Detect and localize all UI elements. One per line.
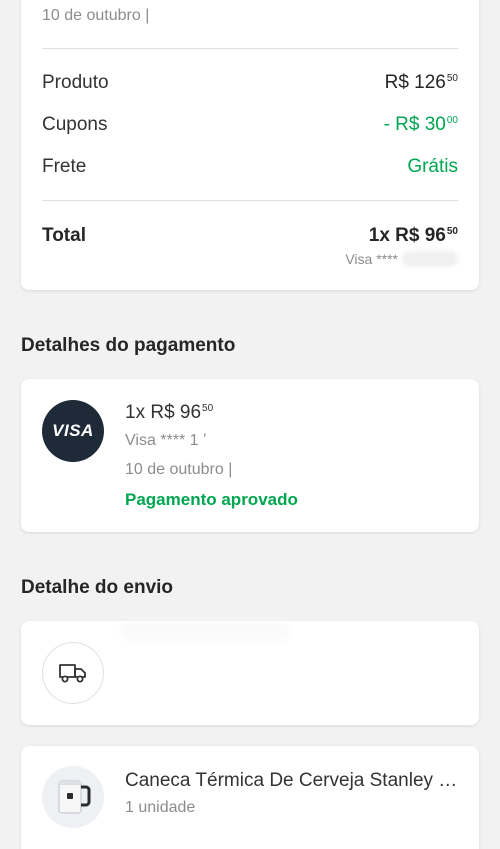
coupons-label: Cupons — [42, 114, 108, 135]
payment-amount: 1x R$ 9650 — [125, 402, 214, 423]
total-payment-method: Visa **** — [345, 251, 458, 267]
payment-card-number: Visa **** 1 ʼ — [125, 432, 207, 449]
total-amount: 1x R$ 9650 — [368, 225, 458, 246]
shipping-section-title: Detalhe do envio — [21, 577, 174, 598]
redacted-card-digits — [402, 251, 458, 267]
product-label: Produto — [42, 72, 109, 93]
product-image — [42, 766, 104, 828]
shipping-card[interactable] — [21, 621, 479, 725]
truck-icon-container — [42, 642, 104, 704]
summary-row-product: Produto R$ 12650 — [42, 72, 458, 94]
visa-logo: VISA — [42, 400, 104, 462]
truck-icon — [59, 664, 86, 683]
coupons-amount: - R$ 3000 — [383, 114, 458, 135]
divider — [42, 48, 458, 49]
divider — [42, 200, 458, 201]
payment-card[interactable]: VISA 1x R$ 9650 Visa **** 1 ʼ 10 de outu… — [21, 379, 479, 532]
total-label: Total — [42, 225, 86, 246]
purchase-date: 10 de outubro | — [42, 7, 150, 24]
product-quantity: 1 unidade — [125, 799, 196, 816]
payment-status: Pagamento aprovado — [125, 490, 298, 509]
product-title: Caneca Térmica De Cerveja Stanley Classi… — [125, 770, 460, 791]
order-summary-card: 10 de outubro | Produto R$ 12650 Cupons … — [21, 0, 479, 290]
summary-row-total: Total 1x R$ 9650 — [42, 225, 458, 247]
product-amount: R$ 12650 — [384, 72, 458, 93]
summary-row-shipping: Frete Grátis — [42, 156, 458, 178]
payment-date: 10 de outubro | — [125, 461, 233, 478]
product-card[interactable]: Caneca Térmica De Cerveja Stanley Classi… — [21, 746, 479, 849]
redacted-shipping-info — [121, 621, 291, 641]
payment-section-title: Detalhes do pagamento — [21, 335, 236, 356]
shipping-label: Frete — [42, 156, 87, 177]
mug-icon — [58, 780, 91, 814]
shipping-amount: Grátis — [407, 156, 458, 177]
summary-row-coupons: Cupons - R$ 3000 — [42, 114, 458, 136]
